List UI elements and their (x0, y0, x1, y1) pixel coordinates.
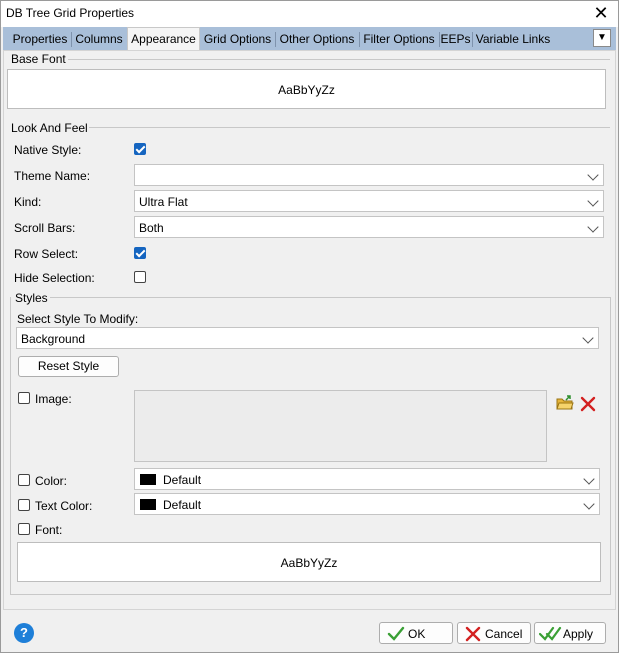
chevron-down-icon (583, 498, 595, 510)
reset-style-button[interactable]: Reset Style (18, 356, 119, 377)
help-icon[interactable]: ? (14, 623, 34, 643)
text-color-value: Default (163, 498, 202, 512)
apply-label: Apply (563, 627, 594, 641)
hide-selection-checkbox[interactable] (134, 271, 146, 283)
apply-button[interactable]: Apply (534, 622, 606, 644)
tab-overflow-dropdown[interactable]: ▼ (593, 29, 611, 47)
group-line (89, 127, 610, 128)
cancel-button[interactable]: Cancel (457, 622, 531, 644)
tab-properties[interactable]: Properties (10, 29, 70, 50)
font-checkbox[interactable] (18, 523, 30, 535)
tab-variable-links[interactable]: Variable Links (473, 29, 553, 50)
group-line (50, 297, 610, 298)
tab-columns[interactable]: Columns (72, 29, 126, 50)
chevron-down-icon (583, 473, 595, 485)
open-folder-icon[interactable] (556, 395, 574, 411)
cancel-label: Cancel (485, 627, 523, 641)
chevron-down-icon (587, 195, 599, 207)
group-line (610, 297, 611, 594)
image-label: Image: (35, 392, 72, 406)
delete-icon[interactable] (580, 396, 596, 412)
chevron-down-icon (587, 221, 599, 233)
look-and-feel-title: Look And Feel (11, 121, 88, 135)
chevron-down-icon (582, 332, 594, 344)
base-font-sample[interactable]: AaBbYyZz (7, 69, 606, 109)
scroll-bars-combo[interactable]: Both (134, 216, 604, 238)
image-preview[interactable] (134, 390, 547, 462)
cancel-x-icon (465, 626, 481, 642)
kind-value: Ultra Flat (139, 195, 188, 209)
text-color-label: Text Color: (35, 499, 93, 513)
tab-filter-options[interactable]: Filter Options (360, 29, 438, 50)
tab-other-options[interactable]: Other Options (276, 29, 358, 50)
window-title: DB Tree Grid Properties (6, 6, 135, 20)
double-check-icon (539, 626, 562, 641)
group-line (10, 594, 611, 595)
native-style-label: Native Style: (14, 143, 82, 157)
color-value: Default (163, 473, 202, 487)
kind-combo[interactable]: Ultra Flat (134, 190, 604, 212)
text-color-swatch (140, 499, 156, 510)
image-checkbox[interactable] (18, 392, 30, 404)
color-swatch (140, 474, 156, 485)
chevron-down-icon (587, 169, 599, 181)
selected-style-value: Background (21, 332, 86, 346)
ok-label: OK (408, 627, 426, 641)
close-icon[interactable]: ✕ (592, 3, 610, 23)
theme-name-label: Theme Name: (14, 169, 91, 183)
scroll-bars-label: Scroll Bars: (14, 221, 76, 235)
ok-button[interactable]: OK (379, 622, 453, 644)
text-color-checkbox[interactable] (18, 499, 30, 511)
hide-selection-label: Hide Selection: (14, 271, 95, 285)
row-select-label: Row Select: (14, 247, 79, 261)
color-label: Color: (35, 474, 68, 488)
theme-name-combo[interactable] (134, 164, 604, 186)
style-font-sample[interactable]: AaBbYyZz (17, 542, 601, 582)
text-color-combo[interactable]: Default (134, 493, 600, 515)
select-style-label: Select Style To Modify: (17, 312, 139, 326)
select-style-combo[interactable]: Background (16, 327, 599, 349)
row-select-checkbox[interactable] (134, 247, 146, 259)
base-font-title: Base Font (11, 52, 66, 66)
tab-appearance[interactable]: Appearance (127, 27, 200, 50)
group-line (10, 297, 11, 594)
color-checkbox[interactable] (18, 474, 30, 486)
kind-label: Kind: (14, 195, 42, 209)
styles-title: Styles (15, 291, 48, 305)
font-label: Font: (35, 523, 63, 537)
group-line (68, 59, 610, 60)
tab-eeps[interactable]: EEPs (440, 29, 471, 50)
scroll-bars-value: Both (139, 221, 164, 235)
checkmark-icon (387, 626, 405, 641)
color-combo[interactable]: Default (134, 468, 600, 490)
tab-grid-options[interactable]: Grid Options (201, 29, 274, 50)
native-style-checkbox[interactable] (134, 143, 146, 155)
